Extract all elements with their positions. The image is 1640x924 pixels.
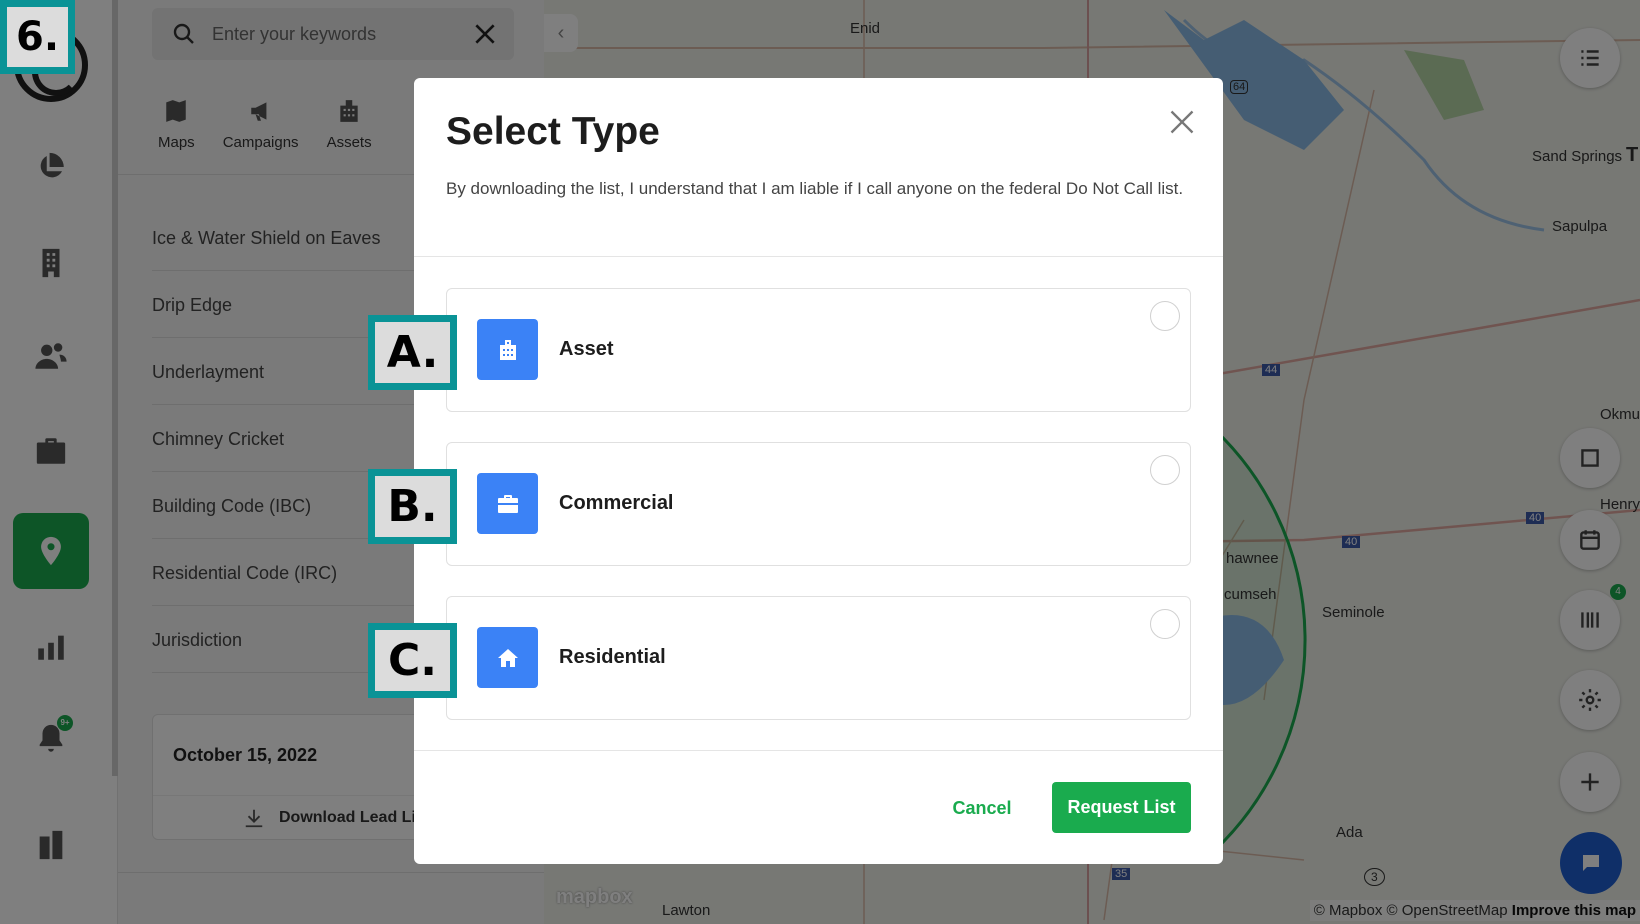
callout-a: A. [368,315,457,390]
option-residential[interactable]: Residential [446,596,1191,720]
cancel-button[interactable]: Cancel [942,783,1022,833]
radio-button[interactable] [1150,301,1180,331]
step-badge: 6. [0,0,75,74]
close-icon[interactable] [1168,108,1196,136]
callout-b: B. [368,469,457,544]
radio-button[interactable] [1150,609,1180,639]
option-commercial[interactable]: Commercial [446,442,1191,566]
radio-button[interactable] [1150,455,1180,485]
divider [414,256,1223,257]
modal-description: By downloading the list, I understand th… [446,179,1184,198]
option-label: Commercial [559,492,674,514]
residential-option-icon [477,627,538,688]
option-asset[interactable]: Asset [446,288,1191,412]
callout-c: C. [368,623,457,698]
briefcase-icon [497,494,518,513]
asset-option-icon [477,319,538,380]
commercial-option-icon [477,473,538,534]
request-list-button[interactable]: Request List [1052,782,1191,833]
option-label: Residential [559,646,666,668]
divider [414,750,1223,751]
house-icon [497,648,518,667]
modal-title: Select Type [446,110,660,153]
select-type-modal: Select Type By downloading the list, I u… [414,78,1223,864]
option-label: Asset [559,338,614,360]
asset-building-icon [499,339,516,360]
